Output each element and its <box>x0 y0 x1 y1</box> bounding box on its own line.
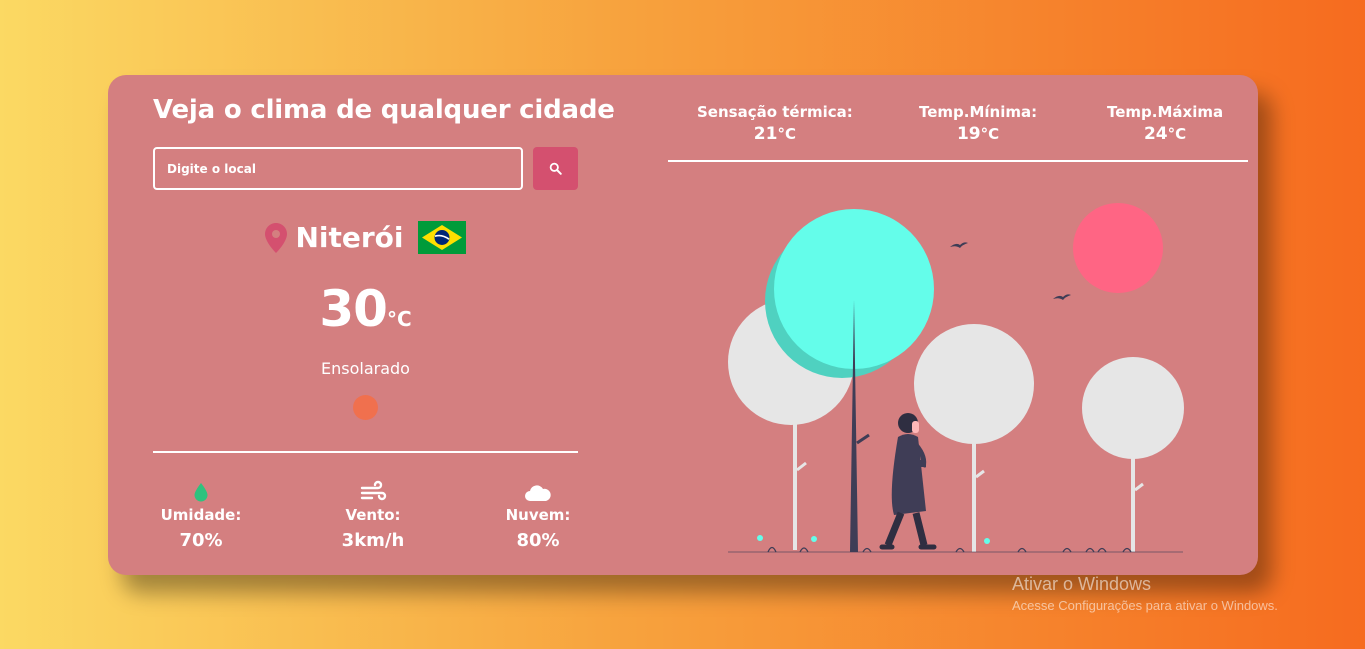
flower <box>811 536 817 542</box>
city-name: Niterói <box>295 221 404 254</box>
min-temp-value: 19°C <box>919 124 1037 144</box>
wind-stat: Vento: 3km/h <box>318 480 428 551</box>
search-input[interactable] <box>153 147 523 190</box>
map-pin-icon <box>265 222 288 253</box>
tree-trunk <box>1131 455 1135 552</box>
tree-trunk <box>793 420 797 550</box>
weather-condition: Ensolarado <box>321 359 410 378</box>
humidity-label: Umidade: <box>160 506 242 524</box>
tree <box>914 324 1034 444</box>
min-temp-info: Temp.Mínima: 19°C <box>919 103 1037 144</box>
humidity-value: 70% <box>179 530 223 551</box>
search-button[interactable] <box>533 147 578 190</box>
cloud-stat: Nuvem: 80% <box>483 480 593 551</box>
flower <box>984 538 990 544</box>
max-temp-value: 24°C <box>1107 124 1223 144</box>
illustration-sun <box>1073 203 1163 293</box>
max-temp-unit: °C <box>1167 125 1187 143</box>
min-temp-unit: °C <box>980 125 1000 143</box>
tree-branch <box>975 469 985 479</box>
windows-activation-watermark: Ativar o Windows Acesse Configurações pa… <box>1012 574 1278 613</box>
weather-illustration <box>728 203 1184 553</box>
search-icon <box>549 162 562 175</box>
grass <box>767 546 1132 553</box>
bird-icon <box>1053 294 1071 300</box>
divider <box>153 451 578 453</box>
tree-branch <box>856 433 870 445</box>
feels-like-label: Sensação térmica: <box>697 103 853 121</box>
sun-icon <box>353 395 378 420</box>
tree <box>1082 357 1184 459</box>
cloud-value: 80% <box>516 530 560 551</box>
tree-branch <box>796 461 807 472</box>
watermark-title: Ativar o Windows <box>1012 574 1152 594</box>
temperature-unit: °C <box>386 307 412 331</box>
tree-trunk <box>972 440 976 552</box>
max-temp-number: 24 <box>1143 124 1168 144</box>
temperature-value: 30 <box>319 280 388 338</box>
wind-label: Vento: <box>345 506 401 524</box>
feels-like-info: Sensação térmica: 21°C <box>697 103 853 144</box>
walking-person <box>879 413 937 550</box>
min-temp-number: 19 <box>956 124 981 144</box>
feels-like-unit: °C <box>777 125 796 143</box>
cloud-icon <box>525 485 551 501</box>
divider <box>668 160 1248 162</box>
location-row: Niterói <box>153 221 578 254</box>
min-temp-label: Temp.Mínima: <box>919 103 1038 121</box>
max-temp-info: Temp.Máxima 24°C <box>1107 103 1223 144</box>
flower <box>757 535 763 541</box>
feels-like-number: 21 <box>753 124 778 144</box>
max-temp-label: Temp.Máxima <box>1107 103 1224 121</box>
weather-card: Veja o clima de qualquer cidade Niterói … <box>108 75 1258 575</box>
page-title: Veja o clima de qualquer cidade <box>153 95 615 125</box>
cloud-label: Nuvem: <box>505 506 571 524</box>
watermark-subtitle: Acesse Configurações para ativar o Windo… <box>1012 598 1278 613</box>
tree-branch <box>1134 482 1144 492</box>
wind-value: 3km/h <box>341 530 405 551</box>
feels-like-value: 21°C <box>697 124 853 144</box>
brazil-flag-icon <box>417 221 466 254</box>
water-drop-icon <box>194 483 208 502</box>
bird-icon <box>950 242 968 248</box>
current-temperature: 30°C <box>153 280 578 338</box>
wind-icon <box>360 480 387 501</box>
humidity-stat: Umidade: 70% <box>146 480 256 551</box>
